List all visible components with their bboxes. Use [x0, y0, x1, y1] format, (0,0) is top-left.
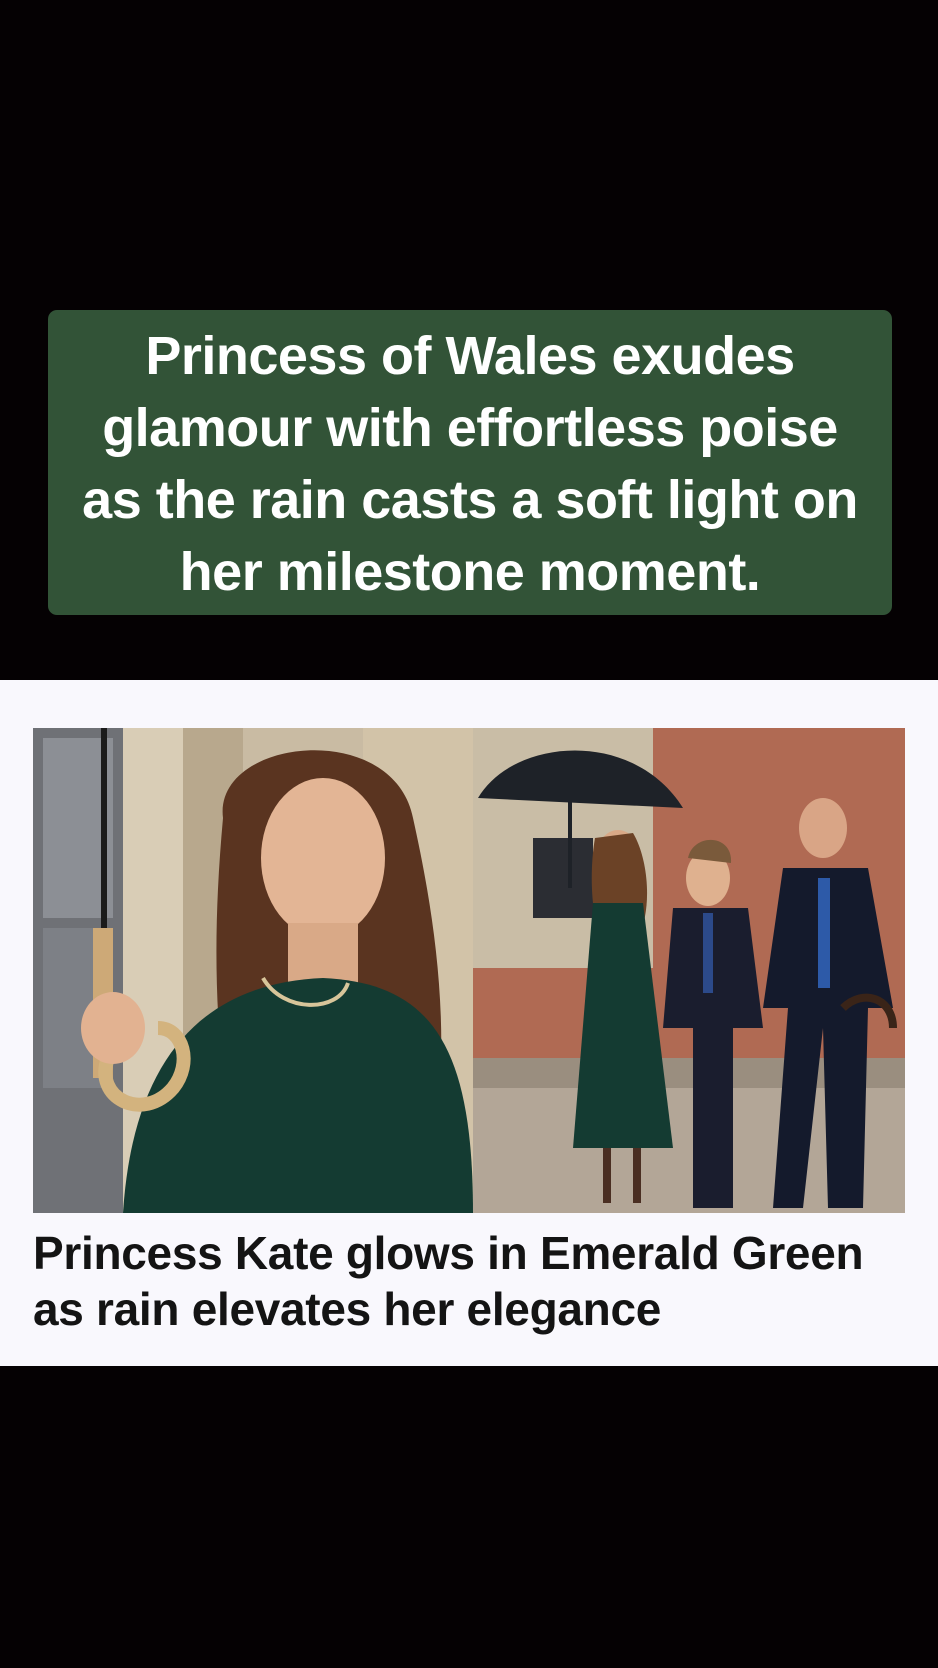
- caption-text: Princess of Wales exudes glamour with ef…: [82, 326, 858, 602]
- caption-box: Princess of Wales exudes glamour with ef…: [48, 310, 892, 615]
- article-photo-collage[interactable]: [33, 728, 905, 1213]
- article-headline[interactable]: Princess Kate glows in Emerald Green as …: [33, 1225, 913, 1337]
- portrait-photo: [33, 728, 473, 1213]
- family-walking-photo: [473, 728, 905, 1213]
- article-card[interactable]: Princess Kate glows in Emerald Green as …: [0, 680, 938, 1366]
